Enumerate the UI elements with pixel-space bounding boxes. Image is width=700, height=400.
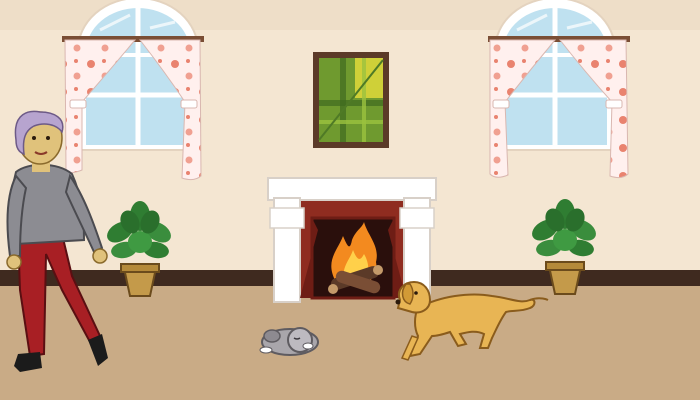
arched-window-icon	[488, 0, 630, 179]
living-room-scene	[0, 0, 700, 400]
floor	[0, 286, 700, 400]
painting-icon	[313, 52, 389, 148]
sleeping-puppy-icon	[259, 327, 319, 356]
